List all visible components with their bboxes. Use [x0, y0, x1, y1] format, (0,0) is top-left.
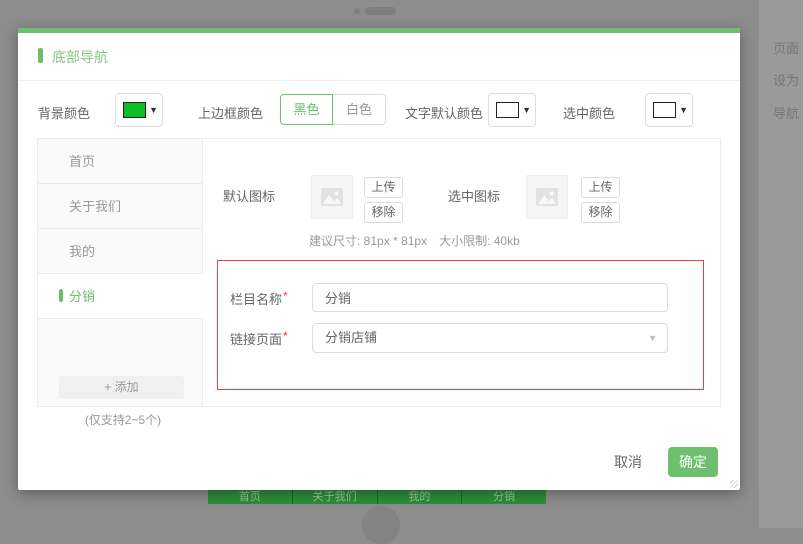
- bg-color-picker[interactable]: ▼: [115, 93, 163, 127]
- header-divider: [18, 80, 740, 81]
- sidebar-item-distribution[interactable]: 分销: [38, 274, 203, 319]
- size-hint-dimensions: 建议尺寸: 81px * 81px: [309, 234, 428, 248]
- default-icon-label: 默认图标: [223, 189, 276, 204]
- default-icon-remove-button[interactable]: 移除: [364, 202, 403, 223]
- nav-items-sidebar: 首页 关于我们 我的 分销 + 添加: [38, 139, 203, 406]
- resize-handle[interactable]: [730, 480, 738, 488]
- bg-color-label: 背景颜色: [38, 106, 91, 121]
- required-asterisk: *: [283, 329, 288, 343]
- background-dot: [354, 8, 360, 14]
- border-black-option[interactable]: 黑色: [280, 94, 333, 125]
- title-marker-icon: [38, 48, 43, 63]
- sidebar-item-about[interactable]: 关于我们: [38, 184, 202, 229]
- selected-color-picker[interactable]: ▼: [645, 93, 693, 127]
- icon-size-hint: 建议尺寸: 81px * 81px 大小限制: 40kb: [309, 232, 520, 249]
- background-label-nav: 导航: [773, 106, 800, 121]
- selected-color-swatch: [653, 102, 676, 118]
- text-color-picker[interactable]: ▼: [488, 93, 536, 127]
- dialog-accent-bar: [18, 28, 740, 33]
- add-nav-item-button[interactable]: + 添加: [59, 376, 184, 399]
- background-circle-widget: [362, 506, 400, 544]
- image-placeholder-icon: [536, 188, 558, 206]
- confirm-button[interactable]: 确定: [668, 447, 718, 477]
- selected-icon-preview[interactable]: [526, 175, 568, 219]
- text-color-label: 文字默认颜色: [405, 106, 484, 121]
- link-page-label: 链接页面*: [230, 329, 288, 348]
- active-tab-marker-icon: [59, 289, 63, 302]
- selected-icon-remove-button[interactable]: 移除: [581, 202, 620, 223]
- bg-color-swatch: [123, 102, 146, 118]
- link-page-selected-value: 分销店铺: [325, 330, 378, 345]
- caret-down-icon: ▼: [522, 105, 531, 115]
- background-label-set: 设为: [773, 73, 800, 88]
- column-name-label-text: 栏目名称: [230, 292, 283, 307]
- default-icon-upload-button[interactable]: 上传: [364, 177, 403, 198]
- border-color-label: 上边框颜色: [198, 106, 264, 121]
- dialog-title: 底部导航: [52, 49, 108, 65]
- cancel-button[interactable]: 取消: [600, 447, 656, 477]
- caret-down-icon: ▼: [679, 105, 688, 115]
- background-label-page: 页面: [773, 41, 800, 56]
- background-settings-panel: 页面 设为 导航: [759, 0, 803, 528]
- text-color-swatch: [496, 102, 519, 118]
- column-name-label: 栏目名称*: [230, 289, 288, 308]
- border-color-toggle: 黑色 白色: [280, 94, 386, 125]
- caret-down-icon: ▼: [149, 105, 158, 115]
- tabs-limit-hint: (仅支持2~5个): [84, 413, 162, 427]
- selected-icon-label: 选中图标: [448, 189, 501, 204]
- default-icon-preview[interactable]: [311, 175, 353, 219]
- link-page-select[interactable]: 分销店铺 ▼: [312, 323, 668, 353]
- highlighted-form-section: 栏目名称* 链接页面* 分销店铺 ▼: [217, 260, 704, 390]
- selected-color-label: 选中颜色: [563, 106, 616, 121]
- link-page-label-text: 链接页面: [230, 332, 283, 347]
- background-pill: [365, 7, 396, 15]
- select-caret-down-icon: ▼: [648, 333, 657, 343]
- selected-icon-upload-button[interactable]: 上传: [581, 177, 620, 198]
- size-hint-filesize: 大小限制: 40kb: [439, 234, 520, 248]
- image-placeholder-icon: [321, 188, 343, 206]
- nav-item-form-area: 默认图标 上传 移除 选中图标 上传 移除 建议尺寸: 81px * 81px …: [203, 139, 721, 406]
- nav-item-editor-panel: 首页 关于我们 我的 分销 + 添加 默认图标 上传 移除 选中图标 上传 移除…: [37, 138, 721, 407]
- sidebar-item-home[interactable]: 首页: [38, 139, 202, 184]
- column-name-input[interactable]: [312, 283, 668, 312]
- required-asterisk: *: [283, 289, 288, 303]
- sidebar-item-label: 分销: [69, 289, 96, 304]
- border-white-option[interactable]: 白色: [333, 94, 386, 125]
- bottom-nav-editor-dialog: 底部导航 × 背景颜色 ▼ 上边框颜色 黑色 白色 文字默认颜色 ▼ 选中颜色 …: [18, 28, 740, 490]
- sidebar-item-mine[interactable]: 我的: [38, 229, 202, 274]
